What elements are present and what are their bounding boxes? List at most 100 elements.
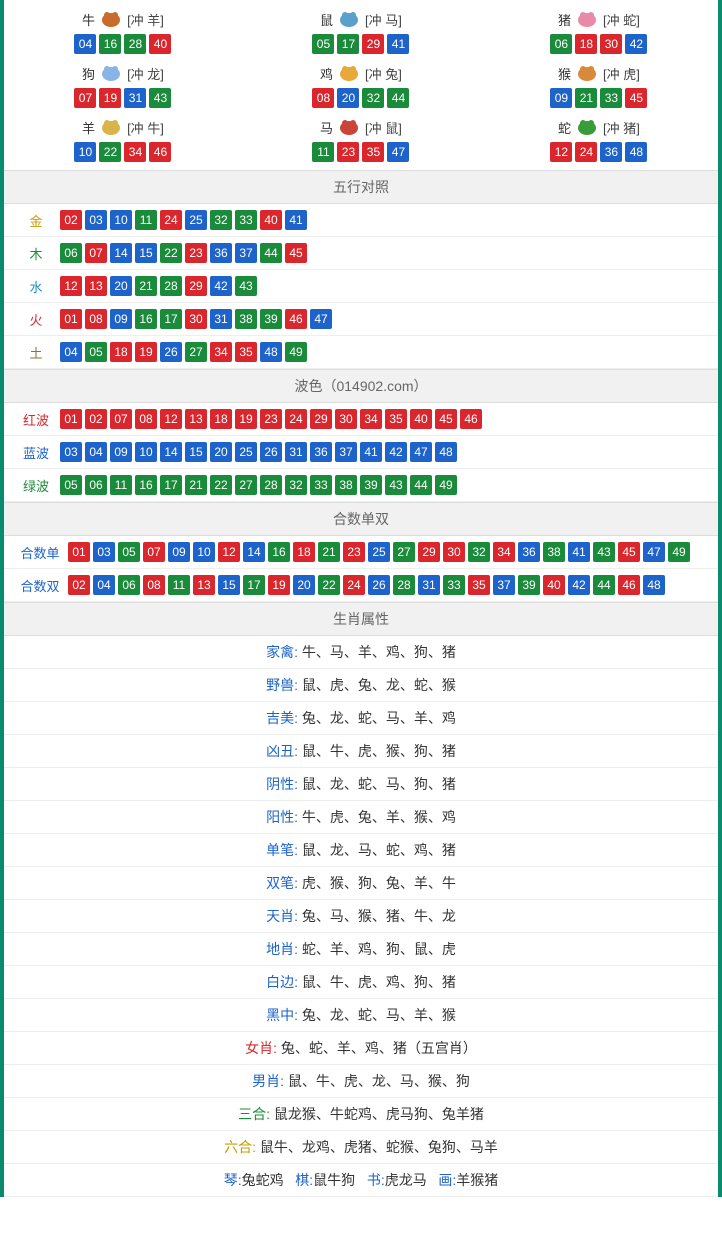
number-ball: 47 xyxy=(310,309,332,329)
number-ball: 26 xyxy=(160,342,182,362)
zodiac-numbers: 09213345 xyxy=(480,88,718,108)
number-ball: 35 xyxy=(468,575,490,595)
number-ball: 21 xyxy=(135,276,157,296)
number-ball: 25 xyxy=(235,442,257,462)
row-numbers: 0204060811131517192022242628313335373940… xyxy=(68,575,710,595)
data-row: 合数双 020406081113151719202224262831333537… xyxy=(4,569,718,602)
zodiac-icon xyxy=(573,116,601,138)
shengxiao-title: 生肖属性 xyxy=(4,602,718,636)
number-ball: 46 xyxy=(618,575,640,595)
number-ball: 29 xyxy=(310,409,332,429)
zodiac-cell: 狗 [冲 龙] 07193143 xyxy=(4,58,242,112)
number-ball: 27 xyxy=(185,342,207,362)
zodiac-icon xyxy=(97,8,125,30)
number-ball: 45 xyxy=(618,542,640,562)
zodiac-name: 蛇 xyxy=(558,118,571,137)
number-ball: 34 xyxy=(210,342,232,362)
number-ball: 49 xyxy=(435,475,457,495)
zodiac-name: 猪 xyxy=(558,10,571,29)
number-ball: 29 xyxy=(418,542,440,562)
attr-row: 白边: 鼠、牛、虎、鸡、狗、猪 xyxy=(4,966,718,999)
number-ball: 02 xyxy=(60,210,82,230)
footer-value: 虎龙马 xyxy=(385,1172,427,1188)
number-ball: 28 xyxy=(393,575,415,595)
number-ball: 10 xyxy=(74,142,96,162)
data-row: 土 04051819262734354849 xyxy=(4,336,718,369)
number-ball: 06 xyxy=(60,243,82,263)
number-ball: 36 xyxy=(310,442,332,462)
number-ball: 47 xyxy=(410,442,432,462)
zodiac-clash: [冲 猪] xyxy=(603,118,640,137)
attr-label: 凶丑: xyxy=(266,743,298,759)
number-ball: 07 xyxy=(74,88,96,108)
number-ball: 05 xyxy=(312,34,334,54)
zodiac-icon xyxy=(97,62,125,84)
attr-row: 三合: 鼠龙猴、牛蛇鸡、虎马狗、兔羊猪 xyxy=(4,1098,718,1131)
number-ball: 39 xyxy=(518,575,540,595)
number-ball: 42 xyxy=(385,442,407,462)
number-ball: 04 xyxy=(60,342,82,362)
number-ball: 40 xyxy=(260,210,282,230)
number-ball: 12 xyxy=(160,409,182,429)
attr-row: 黑中: 兔、龙、蛇、马、羊、猴 xyxy=(4,999,718,1032)
row-numbers: 06071415222336374445 xyxy=(60,243,710,263)
number-ball: 19 xyxy=(99,88,121,108)
attr-label: 单笔: xyxy=(266,842,298,858)
number-ball: 02 xyxy=(85,409,107,429)
number-ball: 32 xyxy=(362,88,384,108)
number-ball: 38 xyxy=(235,309,257,329)
number-ball: 49 xyxy=(668,542,690,562)
number-ball: 45 xyxy=(435,409,457,429)
number-ball: 21 xyxy=(575,88,597,108)
attr-label: 阳性: xyxy=(266,809,298,825)
attr-row: 天肖: 兔、马、猴、猪、牛、龙 xyxy=(4,900,718,933)
number-ball: 20 xyxy=(110,276,132,296)
number-ball: 03 xyxy=(85,210,107,230)
footer-value: 兔蛇鸡 xyxy=(242,1172,284,1188)
number-ball: 44 xyxy=(387,88,409,108)
number-ball: 01 xyxy=(60,409,82,429)
footer-row: 琴:兔蛇鸡 棋:鼠牛狗 书:虎龙马 画:羊猴猪 xyxy=(4,1164,718,1197)
number-ball: 08 xyxy=(85,309,107,329)
number-ball: 04 xyxy=(85,442,107,462)
number-ball: 23 xyxy=(337,142,359,162)
attr-value: 牛、马、羊、鸡、狗、猪 xyxy=(302,644,456,660)
attr-value: 鼠、龙、马、蛇、鸡、猪 xyxy=(302,842,456,858)
number-ball: 01 xyxy=(60,309,82,329)
number-ball: 35 xyxy=(235,342,257,362)
zodiac-clash: [冲 马] xyxy=(365,10,402,29)
number-ball: 42 xyxy=(625,34,647,54)
number-ball: 26 xyxy=(260,442,282,462)
number-ball: 32 xyxy=(210,210,232,230)
number-ball: 07 xyxy=(85,243,107,263)
attr-value: 鼠、虎、兔、龙、蛇、猴 xyxy=(302,677,456,693)
number-ball: 30 xyxy=(443,542,465,562)
number-ball: 24 xyxy=(160,210,182,230)
zodiac-numbers: 06183042 xyxy=(480,34,718,54)
attr-value: 虎、猴、狗、兔、羊、牛 xyxy=(302,875,456,891)
number-ball: 14 xyxy=(160,442,182,462)
row-label: 火 xyxy=(12,310,60,329)
zodiac-icon xyxy=(97,116,125,138)
number-ball: 06 xyxy=(85,475,107,495)
number-ball: 18 xyxy=(110,342,132,362)
zodiac-clash: [冲 蛇] xyxy=(603,10,640,29)
row-numbers: 02031011242532334041 xyxy=(60,210,710,230)
row-numbers: 04051819262734354849 xyxy=(60,342,710,362)
attr-label: 三合: xyxy=(238,1106,270,1122)
zodiac-clash: [冲 鼠] xyxy=(365,118,402,137)
attr-row: 阳性: 牛、虎、兔、羊、猴、鸡 xyxy=(4,801,718,834)
row-label: 蓝波 xyxy=(12,443,60,462)
row-label: 绿波 xyxy=(12,476,60,495)
number-ball: 38 xyxy=(335,475,357,495)
attr-label: 女肖: xyxy=(245,1040,277,1056)
attr-label: 白边: xyxy=(266,974,298,990)
number-ball: 39 xyxy=(360,475,382,495)
attr-label: 天肖: xyxy=(266,908,298,924)
data-row: 火 0108091617303138394647 xyxy=(4,303,718,336)
number-ball: 24 xyxy=(343,575,365,595)
zodiac-clash: [冲 羊] xyxy=(127,10,164,29)
number-ball: 47 xyxy=(387,142,409,162)
row-numbers: 03040910141520252631363741424748 xyxy=(60,442,710,462)
attr-row: 男肖: 鼠、牛、虎、龙、马、猴、狗 xyxy=(4,1065,718,1098)
